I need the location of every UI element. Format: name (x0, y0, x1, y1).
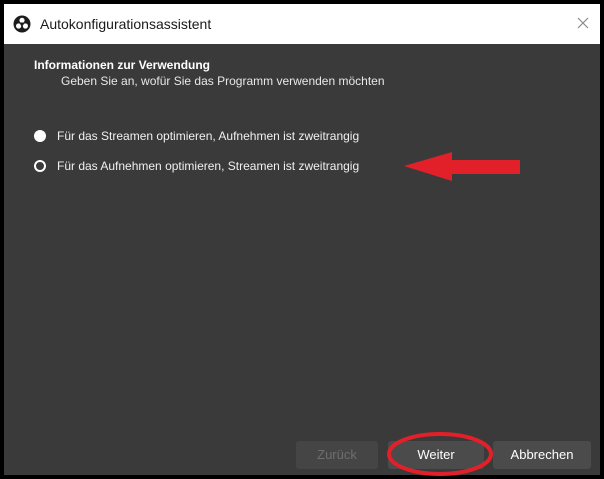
cancel-button[interactable]: Abbrechen (493, 441, 591, 469)
title-bar: Autokonfigurationsassistent (4, 4, 600, 44)
option-streaming-label: Für das Streamen optimieren, Aufnehmen i… (57, 129, 360, 143)
radio-recording[interactable] (34, 160, 46, 172)
close-icon[interactable] (570, 10, 596, 36)
page-subtitle: Geben Sie an, wofür Sie das Programm ver… (61, 74, 385, 88)
next-button[interactable]: Weiter (388, 441, 484, 469)
option-recording[interactable]: Für das Aufnehmen optimieren, Streamen i… (34, 158, 359, 174)
radio-streaming[interactable] (34, 130, 46, 142)
window-title: Autokonfigurationsassistent (40, 16, 212, 32)
option-streaming[interactable]: Für das Streamen optimieren, Aufnehmen i… (34, 128, 359, 144)
option-recording-label: Für das Aufnehmen optimieren, Streamen i… (57, 159, 360, 173)
obs-logo-icon (13, 15, 31, 33)
wizard-content: Informationen zur Verwendung Geben Sie a… (4, 44, 600, 476)
red-arrow-icon (404, 152, 520, 181)
page-title: Informationen zur Verwendung (34, 58, 211, 72)
back-button[interactable]: Zurück (296, 441, 378, 469)
